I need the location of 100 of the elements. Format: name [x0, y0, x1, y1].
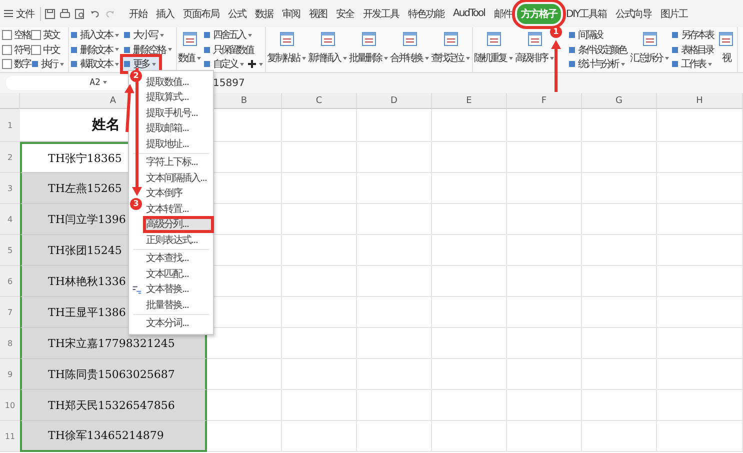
caret-icon [152, 62, 156, 66]
caret-icon [115, 48, 119, 51]
ribbon-button[interactable]: 查找定位 [431, 28, 471, 65]
table-cell: TH徐军13465214879 [20, 421, 207, 452]
ribbon-tab[interactable]: 公式向导 [612, 4, 656, 24]
ribbon-tab[interactable]: 视图 [305, 4, 331, 24]
row-header[interactable]: 11 [0, 421, 20, 452]
row-header[interactable]: 5 [0, 235, 20, 266]
caret-icon [509, 56, 513, 60]
tool-icon [71, 46, 77, 52]
checkbox-label: 数字 [14, 58, 30, 71]
ribbon-button[interactable]: 汇总拆分 [630, 28, 670, 65]
row-header[interactable]: 4 [0, 204, 20, 235]
table-cell: TH郑天民15326547856 [20, 390, 207, 421]
ribbon-tab[interactable]: DIY工具箱 [562, 4, 611, 24]
ribbon-button[interactable]: 条件设定颜色 [568, 42, 629, 56]
ribbon-button[interactable]: 数值 [178, 28, 202, 65]
checkbox[interactable] [31, 44, 41, 54]
row-header[interactable]: 10 [0, 390, 20, 421]
checkbox-label: 中文 [43, 44, 59, 56]
ribbon-button[interactable]: 执行 [31, 57, 67, 71]
ribbon-tab[interactable]: 公式 [224, 4, 250, 24]
ribbon-button[interactable]: 只保留数值 [203, 42, 256, 56]
ribbon-button[interactable]: 删除文本 [70, 42, 122, 56]
caret-icon [197, 56, 201, 60]
ribbon-button[interactable]: 间隔设 [568, 28, 605, 42]
ribbon-button[interactable]: 随机重复 [474, 28, 514, 65]
checkbox[interactable] [31, 30, 41, 40]
ribbon-button[interactable]: 复制粘贴 [267, 28, 307, 65]
ribbon-tab[interactable]: 特色功能 [404, 4, 448, 24]
ribbon-button[interactable]: 批量删除 [349, 28, 389, 65]
add-button[interactable] [247, 60, 264, 68]
ribbon-tab[interactable]: 开发工具 [359, 4, 403, 24]
formula-field[interactable]: 15897 [213, 78, 245, 88]
sheet-icon [526, 30, 544, 48]
row-header[interactable]: 1 [0, 109, 20, 142]
ribbon-tab[interactable]: 页面布局 [179, 4, 223, 24]
row-header[interactable]: 3 [0, 173, 20, 204]
row-header[interactable]: 6 [0, 266, 20, 297]
row-header[interactable]: 8 [0, 328, 20, 359]
ribbon-button[interactable]: 更多 [123, 57, 159, 71]
file-menu-button[interactable]: 文件 [16, 6, 37, 20]
column-header[interactable]: E [432, 93, 507, 109]
row-header[interactable]: 9 [0, 359, 20, 390]
caret-icon [259, 62, 263, 66]
ribbon-button[interactable]: 新增插入 [308, 28, 348, 65]
tool-icon [569, 32, 575, 38]
ribbon-tab[interactable]: AudTool [449, 4, 489, 24]
ribbon-tab[interactable]: 审阅 [278, 4, 304, 24]
sheet-icon [400, 30, 418, 48]
tool-icon [124, 61, 130, 67]
ribbon-button[interactable]: 表格目录 [671, 42, 716, 56]
table-cell: TH宋立嘉17798321245 [20, 328, 207, 359]
tool-icon [672, 32, 678, 38]
ribbon-tab[interactable]: 开始 [125, 4, 151, 24]
ribbon-button[interactable]: 插入文本 [70, 28, 122, 42]
caret-icon [240, 62, 244, 66]
caret-icon [60, 62, 64, 66]
ribbon-button[interactable]: 四舍五入 [203, 28, 255, 42]
ribbon-tab[interactable]: 插入 [152, 4, 178, 24]
caret-icon [103, 81, 108, 84]
sheet-icon [640, 30, 658, 48]
tool-icon [204, 61, 210, 67]
annotation-arrow [550, 40, 561, 92]
checkbox-label: 英文 [43, 28, 59, 42]
ribbon-button[interactable]: 统计与分析 [568, 57, 628, 71]
ribbon-button[interactable]: 另存本表 [671, 28, 716, 42]
column-header[interactable]: G [582, 93, 657, 109]
ribbon-button[interactable]: 大小写 [123, 28, 167, 42]
save-icon[interactable] [44, 8, 56, 20]
ribbon-button[interactable]: 工作表 [671, 57, 715, 71]
caret-icon [466, 56, 470, 60]
preview-icon[interactable] [74, 8, 86, 20]
print-icon[interactable] [59, 8, 71, 20]
ribbon-tab[interactable]: 安全 [332, 4, 358, 24]
tool-icon [71, 32, 77, 38]
row-header[interactable]: 7 [0, 297, 20, 328]
menu-icon[interactable] [4, 10, 13, 17]
caret-icon [621, 62, 625, 66]
caret-icon [115, 34, 119, 36]
ribbon-button[interactable]: 视 [717, 28, 736, 65]
column-header[interactable]: H [657, 93, 743, 109]
row-header[interactable]: 2 [0, 142, 20, 173]
ribbon-tab[interactable]: 邮件 [490, 4, 516, 24]
column-header[interactable]: D [357, 93, 432, 109]
table-cell: TH陈同贵15063025687 [20, 359, 207, 390]
ribbon-button[interactable]: 合并转换 [390, 28, 430, 65]
checkbox-label: 空格 [14, 28, 30, 42]
sheet-icon [360, 30, 378, 48]
column-header[interactable]: F [507, 93, 582, 109]
ribbon-tab[interactable]: 数据 [251, 4, 277, 24]
menu-item[interactable]: 高级分列... [144, 216, 213, 232]
caret-icon [665, 56, 669, 60]
ribbon-tab[interactable]: 图片工 [656, 4, 692, 24]
checkbox[interactable] [2, 30, 12, 40]
tool-icon [124, 46, 130, 52]
tool-icon [32, 61, 38, 67]
checkbox[interactable] [2, 44, 12, 54]
checkbox[interactable] [2, 59, 12, 69]
column-header[interactable]: C [282, 93, 357, 109]
